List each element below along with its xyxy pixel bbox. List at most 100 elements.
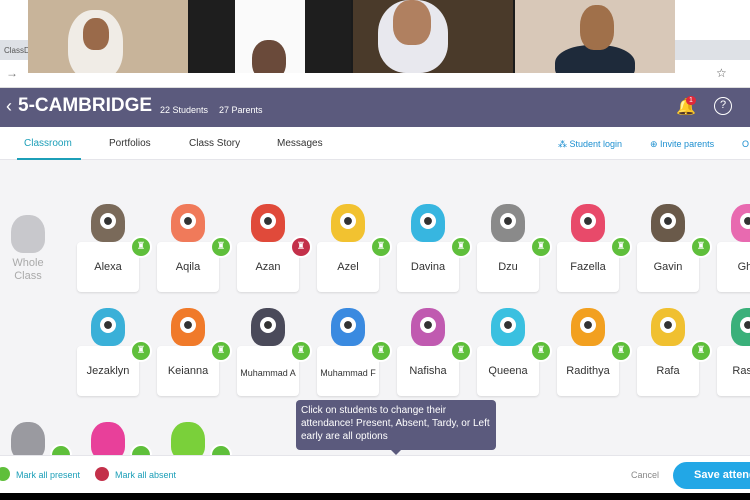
- invite-parents-label: Invite parents: [660, 139, 715, 149]
- class-header: ‹ 5-CAMBRIDGE 22 Students 27 Parents 🔔 1…: [0, 88, 750, 127]
- student-avatar[interactable]: [91, 422, 125, 455]
- student-avatar: [251, 204, 285, 242]
- monster-eye: [580, 317, 596, 333]
- attendance-tooltip: Click on students to change their attend…: [296, 400, 496, 455]
- student-name-card[interactable]: Gha: [717, 242, 750, 292]
- present-badge-icon[interactable]: ♜: [610, 340, 632, 362]
- present-badge-icon[interactable]: ♜: [690, 236, 712, 258]
- student-name: Gavin: [653, 261, 683, 273]
- present-badge-icon[interactable]: ♜: [210, 340, 232, 362]
- absent-icon: [95, 467, 109, 481]
- absent-badge-icon[interactable]: ♜: [290, 236, 312, 258]
- tab-class-story[interactable]: Class Story: [189, 138, 240, 149]
- student-avatar: [331, 308, 365, 346]
- present-badge-icon[interactable]: ♜: [450, 236, 472, 258]
- student-login-icon: ⁂: [558, 139, 570, 149]
- student-avatar: [91, 308, 125, 346]
- monster-eye: [420, 317, 436, 333]
- whole-class-label: Whole Class: [12, 257, 44, 282]
- present-badge-icon[interactable]: ♜: [370, 236, 392, 258]
- save-attendance-button[interactable]: Save attend: [673, 462, 750, 489]
- attendance-footer: Mark all present Mark all absent Cancel …: [0, 455, 750, 493]
- cancel-button[interactable]: Cancel: [631, 470, 659, 480]
- present-badge-icon[interactable]: ♜: [290, 340, 312, 362]
- present-icon: [0, 467, 10, 481]
- tab-messages[interactable]: Messages: [277, 138, 323, 149]
- monster-eye: [580, 213, 596, 229]
- student-avatar: [171, 204, 205, 242]
- notification-badge: 1: [686, 96, 696, 105]
- forward-icon[interactable]: →: [6, 66, 18, 80]
- monster-eye: [740, 213, 750, 229]
- present-badge-icon[interactable]: [130, 444, 152, 455]
- monster-eye: [660, 317, 676, 333]
- student-name: Azel: [337, 261, 359, 273]
- student-login-link[interactable]: ⁂ Student login: [558, 139, 622, 150]
- class-title: 5-CAMBRIDGE: [18, 95, 153, 116]
- student-avatar: [651, 308, 685, 346]
- student-name: Aqila: [175, 261, 201, 273]
- student-avatar: [331, 204, 365, 242]
- student-name: Jezaklyn: [86, 365, 130, 377]
- present-badge-icon[interactable]: [210, 444, 232, 455]
- present-badge-icon[interactable]: ♜: [690, 340, 712, 362]
- tab-portfolios[interactable]: Portfolios: [109, 138, 151, 149]
- student-name: Radithya: [566, 365, 610, 377]
- student-count[interactable]: 22 Students: [160, 105, 208, 115]
- present-badge-icon[interactable]: ♜: [450, 340, 472, 362]
- video-call-strip: [28, 0, 675, 73]
- tab-classroom[interactable]: Classroom: [24, 138, 72, 149]
- present-badge-icon[interactable]: [50, 444, 72, 455]
- monster-eye: [180, 213, 196, 229]
- monster-eye: [660, 213, 676, 229]
- video-tile: [352, 0, 513, 73]
- monster-eye: [100, 213, 116, 229]
- present-badge-icon[interactable]: ♜: [370, 340, 392, 362]
- star-icon[interactable]: ☆: [716, 66, 727, 80]
- present-badge-icon[interactable]: ♜: [130, 236, 152, 258]
- whole-class-avatar: [11, 215, 45, 253]
- tab-bar: Classroom Portfolios Class Story Message…: [0, 127, 750, 160]
- student-avatar: [251, 308, 285, 346]
- video-tile: [28, 0, 189, 73]
- monster-eye: [420, 213, 436, 229]
- student-name: Muhammad F: [320, 368, 376, 378]
- mark-all-absent-button[interactable]: Mark all absent: [115, 470, 176, 480]
- back-chevron-icon[interactable]: ‹: [6, 96, 12, 117]
- present-badge-icon[interactable]: ♜: [610, 236, 632, 258]
- present-badge-icon[interactable]: ♜: [130, 340, 152, 362]
- student-login-label: Student login: [569, 139, 623, 149]
- parent-count[interactable]: 27 Parents: [219, 105, 263, 115]
- student-avatar: [411, 204, 445, 242]
- more-link[interactable]: O: [742, 139, 749, 149]
- monster-eye: [500, 213, 516, 229]
- monster-eye: [180, 317, 196, 333]
- monster-eye: [260, 213, 276, 229]
- mark-all-present-button[interactable]: Mark all present: [16, 470, 80, 480]
- student-avatar: [171, 308, 205, 346]
- student-name-card[interactable]: Rasya: [717, 346, 750, 396]
- student-avatar: [571, 308, 605, 346]
- invite-parents-link[interactable]: ⊕ Invite parents: [650, 139, 714, 150]
- student-name: Muhammad A: [240, 368, 296, 378]
- student-avatar: [411, 308, 445, 346]
- student-name: Dzu: [498, 261, 518, 273]
- student-avatar[interactable]: [171, 422, 205, 455]
- help-icon[interactable]: ?: [714, 97, 732, 115]
- student-name: Rasya: [732, 365, 750, 377]
- browser-tab[interactable]: ClassD: [4, 46, 30, 55]
- student-avatar[interactable]: [11, 422, 45, 455]
- monster-eye: [740, 317, 750, 333]
- student-name: Fazella: [570, 261, 606, 273]
- plus-circle-icon: ⊕: [650, 139, 661, 149]
- student-avatar: [571, 204, 605, 242]
- student-avatar: [91, 204, 125, 242]
- student-avatar: [731, 204, 750, 242]
- present-badge-icon[interactable]: ♜: [530, 236, 552, 258]
- present-badge-icon[interactable]: ♜: [210, 236, 232, 258]
- student-name: Queena: [488, 365, 528, 377]
- present-badge-icon[interactable]: ♜: [530, 340, 552, 362]
- student-avatar: [731, 308, 750, 346]
- video-tile: [514, 0, 675, 73]
- video-tile: [190, 0, 351, 73]
